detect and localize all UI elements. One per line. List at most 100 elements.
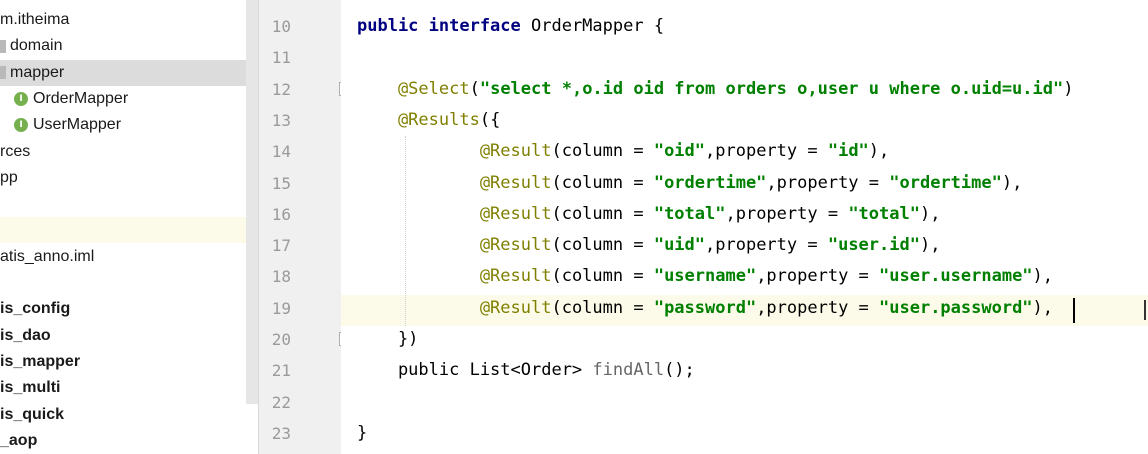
code-line[interactable]: @Results({: [357, 105, 500, 136]
code-token: @Result: [357, 297, 552, 318]
tree-item-label: OrderMapper: [33, 89, 129, 107]
code-token: public interface: [357, 16, 521, 36]
line-number: 15: [271, 173, 291, 193]
code-line[interactable]: @Result(column = "uid",property = "user.…: [357, 230, 941, 261]
code-token: "total": [653, 203, 726, 224]
tree-item[interactable]: rces: [0, 139, 258, 165]
code-token: "password": [653, 297, 757, 318]
tree-item-label: is_quick: [0, 405, 65, 423]
code-token: @Select: [357, 78, 470, 99]
line-number: 11: [271, 48, 291, 68]
code-token: ,property =: [705, 235, 828, 256]
code-token: public List<Order>: [357, 360, 593, 381]
code-token: "id": [827, 141, 869, 162]
line-number-gutter: 10 11 12 13 14 15 16 17 18 19 20 21 22 23: [258, 0, 353, 454]
code-token: (column =: [551, 297, 654, 318]
code-token: (column =: [551, 266, 654, 287]
code-line[interactable]: public interface OrderMapper {: [357, 11, 664, 42]
project-tree-scrollbar[interactable]: [246, 0, 258, 404]
code-token: OrderMapper {: [520, 16, 665, 36]
line-number: 10: [271, 17, 291, 36]
code-token: (column =: [551, 235, 654, 256]
tree-item[interactable]: m.itheima: [0, 7, 258, 33]
code-token: "ordertime": [653, 172, 767, 193]
code-line[interactable]: @Select("select *,o.id oid from orders o…: [357, 74, 1074, 105]
code-token: ,property =: [725, 203, 849, 224]
tree-item[interactable]: is_config: [0, 296, 258, 322]
code-token: }: [357, 422, 368, 443]
code-token: ),: [1032, 266, 1054, 287]
code-line[interactable]: @Result(column = "oid",property = "id"),: [357, 136, 889, 167]
line-number: 21: [271, 361, 291, 381]
line-number: 18: [271, 267, 291, 287]
indent-guide: [405, 136, 406, 326]
tree-item-label: is_config: [0, 300, 71, 318]
code-token: "total": [848, 203, 920, 224]
tree-item[interactable]: is_multi: [0, 375, 258, 401]
tree-item[interactable]: is_dao: [0, 323, 258, 349]
code-token: ),: [1032, 297, 1054, 318]
tree-item[interactable]: I OrderMapper: [0, 86, 258, 112]
code-token: "user.password": [879, 297, 1033, 318]
code-line[interactable]: @Result(column = "ordertime",property = …: [357, 168, 1023, 199]
folder-icon: [0, 66, 6, 80]
tree-item[interactable]: is_mapper: [0, 349, 258, 375]
line-number: 17: [271, 236, 291, 256]
code-token: ),: [919, 203, 941, 224]
code-token: @Results: [357, 109, 480, 130]
tree-item[interactable]: [0, 270, 258, 296]
code-token: "user.id": [827, 235, 920, 256]
text-caret: [1073, 298, 1075, 323]
tree-item-label: is_multi: [0, 379, 61, 397]
line-number: 16: [271, 204, 291, 224]
tree-item-label: mapper: [10, 63, 65, 81]
code-token: "username": [653, 266, 757, 287]
tree-item-label: is_mapper: [0, 352, 81, 370]
code-token: ();: [664, 360, 695, 381]
line-number: 22: [271, 392, 291, 412]
code-token: @Result: [357, 203, 552, 224]
code-token: }): [357, 329, 419, 349]
tree-item-label: pp: [0, 168, 18, 186]
code-token: (column =: [551, 172, 654, 193]
tree-item[interactable]: pp: [0, 165, 258, 191]
code-token: ): [1063, 78, 1074, 99]
folder-icon: [0, 39, 6, 53]
code-line[interactable]: }: [357, 418, 367, 449]
right-margin-marker: [1144, 300, 1146, 320]
code-line[interactable]: @Result(column = "username",property = "…: [357, 261, 1053, 292]
tree-item-label: domain: [10, 37, 63, 55]
tree-item[interactable]: domain: [0, 33, 258, 59]
tree-item[interactable]: _aop: [0, 428, 258, 454]
tree-item[interactable]: [0, 191, 258, 217]
code-token: "oid": [653, 141, 706, 162]
line-number: 23: [271, 423, 291, 443]
code-token: "user.username": [879, 266, 1033, 287]
tree-item-label: rces: [0, 142, 31, 160]
tree-item[interactable]: is_quick: [0, 402, 258, 428]
line-number: 19: [271, 298, 291, 318]
code-token: ),: [919, 235, 941, 256]
line-number: 14: [271, 142, 291, 162]
tree-item-label: _aop: [0, 431, 38, 449]
code-token: ),: [1001, 172, 1023, 193]
code-token: "select *,o.id oid from orders o,user u …: [479, 78, 1064, 99]
tree-item[interactable]: I UserMapper: [0, 112, 258, 138]
code-token: ({: [479, 109, 501, 130]
code-editor[interactable]: public interface OrderMapper { @Select("…: [341, 0, 1148, 454]
code-token: (column =: [551, 141, 654, 162]
tree-item[interactable]: atis_anno.iml: [0, 244, 258, 270]
tree-item-label: m.itheima: [0, 11, 70, 28]
tree-item-label: is_dao: [0, 326, 51, 344]
code-token: (: [469, 78, 480, 99]
code-token: ,property =: [766, 172, 890, 193]
tree-item[interactable]: [0, 217, 258, 244]
code-line[interactable]: public List<Order> findAll();: [357, 355, 695, 386]
tree-item[interactable]: mapper: [0, 59, 258, 86]
tree-item-label: UserMapper: [33, 116, 122, 134]
line-number: 20: [271, 330, 291, 349]
code-line[interactable]: }): [357, 324, 418, 355]
code-line[interactable]: @Result(column = "password",property = "…: [357, 293, 1053, 324]
code-token: ),: [868, 141, 890, 162]
code-line[interactable]: @Result(column = "total",property = "tot…: [357, 199, 941, 230]
